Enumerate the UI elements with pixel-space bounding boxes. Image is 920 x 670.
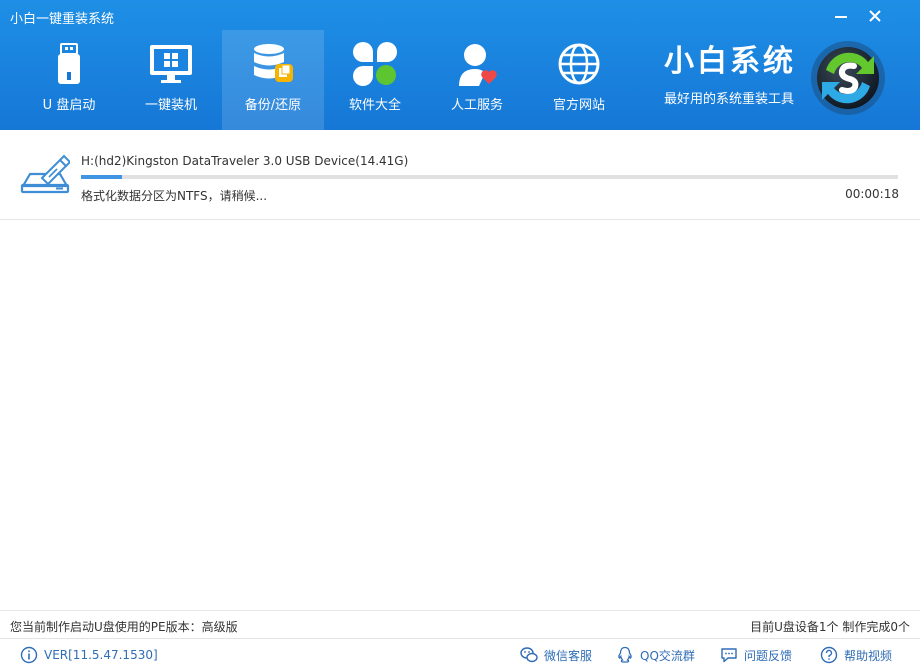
device-count-text: 目前U盘设备1个 制作完成0个 bbox=[750, 620, 910, 634]
help-video-link[interactable]: 帮助视频 bbox=[820, 645, 892, 665]
main-nav: U 盘启动 一键装机 备份/还原 软件大全 人工服务 官方网站 bbox=[18, 30, 630, 130]
brand-slogan: 最好用的系统重装工具 bbox=[664, 92, 795, 107]
app-title: 小白一键重装系统 bbox=[10, 12, 115, 27]
wechat-icon bbox=[520, 647, 538, 663]
feedback-link[interactable]: 问题反馈 bbox=[720, 645, 792, 665]
close-button[interactable] bbox=[862, 4, 888, 28]
help-label: 帮助视频 bbox=[844, 648, 893, 663]
help-icon bbox=[820, 646, 838, 664]
version-label: VER[11.5.47.1530] bbox=[44, 648, 158, 662]
user-heart-icon bbox=[459, 44, 497, 86]
device-progress-row: H:(hd2)Kingston DataTraveler 3.0 USB Dev… bbox=[0, 140, 920, 220]
elapsed-time: 00:00:18 bbox=[845, 187, 899, 201]
nav-item-usb-boot[interactable]: U 盘启动 bbox=[18, 30, 120, 130]
apps-clover-icon bbox=[353, 42, 397, 86]
minimize-icon bbox=[835, 16, 847, 18]
wechat-label: 微信客服 bbox=[544, 648, 593, 663]
brand-block: 小白系统 最好用的系统重装工具 bbox=[664, 44, 796, 107]
close-icon bbox=[869, 10, 881, 22]
version-link[interactable]: VER[11.5.47.1530] bbox=[20, 645, 158, 665]
status-bar: 您当前制作启动U盘使用的PE版本：高级版 目前U盘设备1个 制作完成0个 bbox=[0, 610, 920, 638]
progress-status-text: 格式化数据分区为NTFS，请稍候... bbox=[81, 189, 268, 203]
pe-version-text: 您当前制作启动U盘使用的PE版本：高级版 bbox=[10, 620, 238, 634]
progress-bar bbox=[81, 175, 898, 179]
header-bar: 小白一键重装系统 U 盘启动 一键装机 备份/还原 软件大全 人工服务 官方网站… bbox=[0, 0, 920, 130]
qq-group-link[interactable]: QQ交流群 bbox=[616, 645, 695, 665]
refresh-globe-logo bbox=[811, 41, 885, 115]
nav-item-label: 备份/还原 bbox=[244, 98, 302, 113]
minimize-button[interactable] bbox=[828, 4, 854, 28]
usb-drive-icon bbox=[58, 43, 80, 84]
nav-item-label: 软件大全 bbox=[348, 98, 401, 113]
usb-device-icon bbox=[20, 154, 70, 194]
nav-item-manual-service[interactable]: 人工服务 bbox=[426, 30, 528, 130]
nav-item-label: U 盘启动 bbox=[42, 98, 96, 113]
nav-item-backup-restore[interactable]: 备份/还原 bbox=[222, 30, 324, 130]
nav-item-software[interactable]: 软件大全 bbox=[324, 30, 426, 130]
footer-bar: VER[11.5.47.1530] 微信客服 QQ交流群 问题反馈 帮助视频 bbox=[0, 638, 920, 670]
nav-item-label: 一键装机 bbox=[144, 98, 197, 113]
info-icon bbox=[20, 646, 38, 664]
wechat-service-link[interactable]: 微信客服 bbox=[520, 645, 592, 665]
qq-label: QQ交流群 bbox=[640, 648, 695, 663]
feedback-label: 问题反馈 bbox=[744, 648, 793, 663]
globe-icon bbox=[558, 43, 600, 85]
device-name: H:(hd2)Kingston DataTraveler 3.0 USB Dev… bbox=[81, 154, 409, 168]
nav-item-label: 官方网站 bbox=[552, 98, 605, 113]
nav-item-label: 人工服务 bbox=[450, 98, 503, 113]
chat-bubble-icon bbox=[721, 648, 737, 663]
nav-item-official-site[interactable]: 官方网站 bbox=[528, 30, 630, 130]
database-backup-icon bbox=[254, 44, 293, 82]
qq-penguin-icon bbox=[618, 646, 632, 663]
brand-name: 小白系统 bbox=[664, 44, 796, 79]
nav-item-one-click-install[interactable]: 一键装机 bbox=[120, 30, 222, 130]
progress-fill bbox=[81, 175, 122, 179]
monitor-windows-icon bbox=[150, 45, 192, 83]
